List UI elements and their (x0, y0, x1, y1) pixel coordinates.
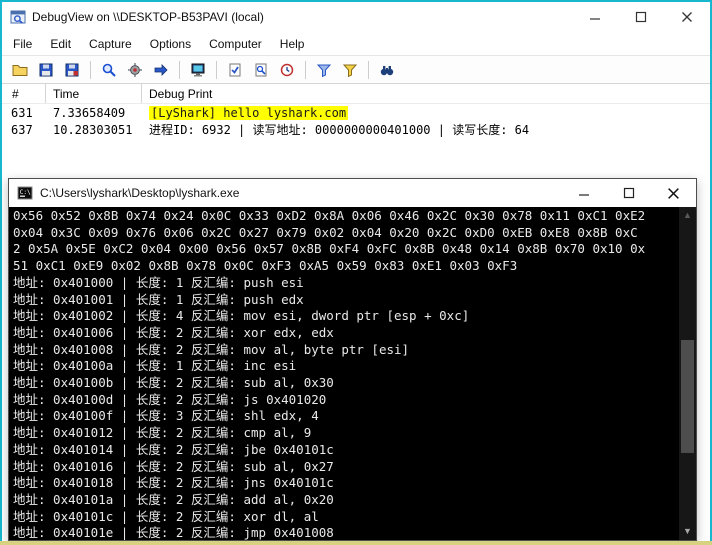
open-button[interactable] (8, 59, 32, 81)
console-line: 地址: 0x401016 | 长度: 2 反汇编: sub al, 0x27 (13, 458, 334, 474)
console-line: 地址: 0x40100f | 长度: 3 反汇编: shl edx, 4 (13, 408, 319, 424)
toolbar-separator (368, 60, 369, 79)
console-output[interactable]: 0x56 0x52 0x8B 0x74 0x24 0x0C 0x33 0xD2 … (9, 207, 696, 540)
console-line: 地址: 0x40101e | 长度: 2 反汇编: jmp 0x401008 (13, 525, 334, 540)
console-line: 地址: 0x401006 | 长度: 2 反汇编: xor edx, edx (13, 324, 334, 340)
floppy-log-icon (64, 62, 80, 78)
funnel-highlight-icon (316, 62, 332, 78)
bottom-edge-strip (0, 541, 712, 545)
console-line: 地址: 0x40100d | 长度: 2 反汇编: js 0x401020 (13, 391, 327, 407)
console-line: 0x56 0x52 0x8B 0x74 0x24 0x0C 0x33 0xD2 … (13, 208, 646, 223)
cmd-icon: C:\ (17, 185, 33, 201)
capture-events-button[interactable] (186, 59, 210, 81)
magnifier-icon (101, 62, 117, 78)
scrollbar-down-arrow-icon[interactable]: ▼ (679, 523, 696, 540)
toolbar-separator (216, 60, 217, 79)
toolbar (2, 55, 710, 84)
console-minimize-button[interactable] (561, 179, 606, 207)
console-line: 51 0xC1 0xE9 0x02 0x8B 0x78 0x0C 0xF3 0x… (13, 258, 518, 274)
autoscroll-button[interactable] (223, 59, 247, 81)
menu-bar: File Edit Capture Options Computer Help (2, 32, 710, 55)
row-message: [LyShark] hello lyshark.com (142, 105, 710, 120)
table-header: # Time Debug Print (2, 84, 710, 104)
console-line: 地址: 0x401001 | 长度: 1 反汇编: push edx (13, 291, 304, 307)
console-title: C:\Users\lyshark\Desktop\lyshark.exe (40, 186, 240, 200)
history-depth-button[interactable] (249, 59, 273, 81)
column-header-time[interactable]: Time (46, 84, 142, 103)
console-line: 地址: 0x401002 | 长度: 4 反汇编: mov esi, dword… (13, 308, 470, 324)
console-line: 地址: 0x401014 | 长度: 2 反汇编: jbe 0x40101c (13, 441, 334, 457)
floppy-icon (38, 62, 54, 78)
console-window: C:\ C:\Users\lyshark\Desktop\lyshark.exe… (8, 178, 697, 541)
table-row[interactable]: 637 10.28303051 进程ID: 6932 | 读写地址: 00000… (2, 121, 710, 138)
filter-button[interactable] (338, 59, 362, 81)
console-line: 地址: 0x40101a | 长度: 2 反汇编: add al, 0x20 (13, 491, 334, 507)
menu-edit[interactable]: Edit (41, 34, 80, 54)
monitor-icon (190, 62, 206, 78)
menu-options[interactable]: Options (141, 34, 200, 54)
passthrough-button[interactable] (149, 59, 173, 81)
capture-kernel-button[interactable] (123, 59, 147, 81)
scrollbar-thumb[interactable] (681, 340, 694, 454)
log-to-file-button[interactable] (60, 59, 84, 81)
scrollbar-up-arrow-icon[interactable]: ▲ (679, 207, 696, 224)
console-line: 2 0x5A 0x5E 0xC2 0x04 0x00 0x56 0x57 0x8… (13, 241, 646, 257)
console-maximize-button[interactable] (606, 179, 651, 207)
console-line: 地址: 0x401000 | 长度: 1 反汇编: push esi (13, 274, 304, 290)
row-number: 631 (11, 105, 33, 120)
toolbar-separator (179, 60, 180, 79)
gear-icon (127, 62, 143, 78)
console-line: 地址: 0x401012 | 长度: 2 反汇编: cmp al, 9 (13, 425, 312, 441)
toolbar-separator (305, 60, 306, 79)
console-line: 地址: 0x40100a | 长度: 1 反汇编: inc esi (13, 358, 297, 374)
console-line: 地址: 0x401018 | 长度: 2 反汇编: jns 0x40101c (13, 475, 334, 491)
console-scrollbar[interactable]: ▲ ▼ (679, 207, 696, 540)
menu-computer[interactable]: Computer (200, 34, 271, 54)
console-line: 0x04 0x3C 0x09 0x76 0x06 0x2C 0x27 0x79 … (13, 224, 638, 240)
menu-file[interactable]: File (4, 34, 41, 54)
toolbar-separator (90, 60, 91, 79)
clipboard-check-icon (227, 62, 243, 78)
filter-highlight-button[interactable] (312, 59, 336, 81)
console-line: 地址: 0x40101c | 长度: 2 反汇编: xor dl, al (13, 508, 319, 524)
find-button[interactable] (375, 59, 399, 81)
row-time: 10.28303051 (53, 122, 133, 137)
console-line: 地址: 0x40100b | 长度: 2 反汇编: sub al, 0x30 (13, 375, 334, 391)
row-number: 637 (11, 122, 33, 137)
binoculars-icon (379, 62, 395, 78)
row-time: 7.33658409 (53, 105, 126, 120)
log-list: 631 7.33658409 [LyShark] hello lyshark.c… (2, 104, 710, 138)
highlighted-message: [LyShark] hello lyshark.com (149, 105, 349, 120)
document-magnifier-icon (253, 62, 269, 78)
capture-win32-button[interactable] (97, 59, 121, 81)
arrow-right-icon (153, 62, 169, 78)
console-close-button[interactable] (651, 179, 696, 207)
maximize-button[interactable] (618, 2, 664, 32)
window-title: DebugView on \\DESKTOP-B53PAVI (local) (32, 10, 264, 24)
close-button[interactable] (664, 2, 710, 32)
folder-icon (12, 62, 28, 78)
column-header-number[interactable]: # (2, 84, 46, 103)
clock-icon (279, 62, 295, 78)
console-titlebar[interactable]: C:\ C:\Users\lyshark\Desktop\lyshark.exe (9, 179, 696, 207)
menu-help[interactable]: Help (271, 34, 314, 54)
funnel-icon (342, 62, 358, 78)
row-message: 进程ID: 6932 | 读写地址: 0000000000401000 | 读写… (149, 123, 530, 137)
debugview-app-icon (10, 9, 26, 25)
minimize-button[interactable] (572, 2, 618, 32)
clock-time-button[interactable] (275, 59, 299, 81)
column-header-debug-print[interactable]: Debug Print (142, 84, 710, 103)
debugview-titlebar[interactable]: DebugView on \\DESKTOP-B53PAVI (local) (2, 2, 710, 32)
table-row[interactable]: 631 7.33658409 [LyShark] hello lyshark.c… (2, 104, 710, 121)
svg-text:C:\: C:\ (20, 189, 31, 196)
console-line: 地址: 0x401008 | 长度: 2 反汇编: mov al, byte p… (13, 341, 410, 357)
save-button[interactable] (34, 59, 58, 81)
menu-capture[interactable]: Capture (80, 34, 141, 54)
